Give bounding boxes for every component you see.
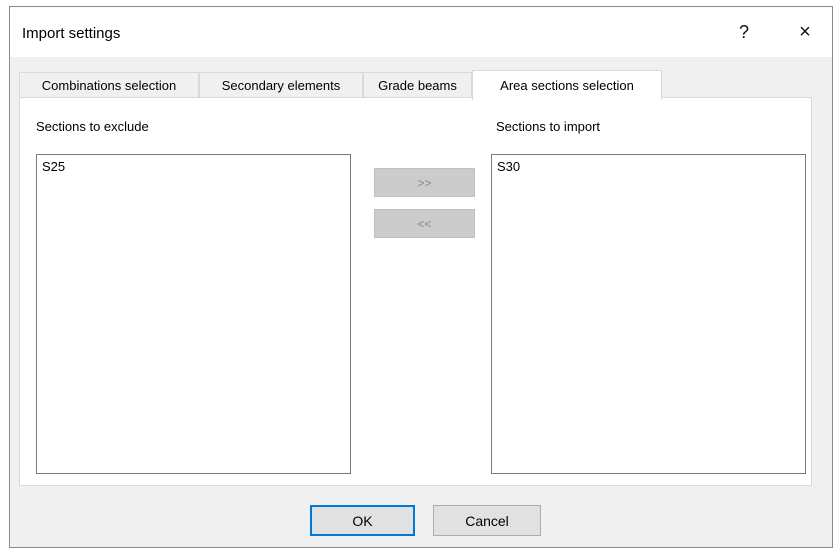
import-label: Sections to import xyxy=(496,119,601,134)
remove-from-import-button[interactable]: << xyxy=(374,209,475,238)
cancel-button[interactable]: Cancel xyxy=(433,505,541,536)
help-button[interactable]: ? xyxy=(726,15,762,49)
close-button[interactable]: × xyxy=(787,15,823,49)
list-item[interactable]: S25 xyxy=(37,155,350,175)
exclude-label: Sections to exclude xyxy=(36,119,149,134)
tab-area-sections-selection[interactable]: Area sections selection xyxy=(472,70,662,100)
tab-secondary-elements[interactable]: Secondary elements xyxy=(199,72,363,98)
window-title: Import settings xyxy=(22,25,121,42)
list-item[interactable]: S30 xyxy=(492,155,805,175)
title-bar: Import settings ? × xyxy=(10,7,832,57)
add-to-import-button[interactable]: >> xyxy=(374,168,475,197)
import-listbox[interactable]: S30 xyxy=(491,154,806,474)
area-sections-panel: Sections to exclude S25 >> << Sections t… xyxy=(19,97,812,486)
tab-grade-beams[interactable]: Grade beams xyxy=(363,72,472,98)
tab-combinations-selection[interactable]: Combinations selection xyxy=(19,72,199,98)
ok-button[interactable]: OK xyxy=(310,505,415,536)
exclude-listbox[interactable]: S25 xyxy=(36,154,351,474)
